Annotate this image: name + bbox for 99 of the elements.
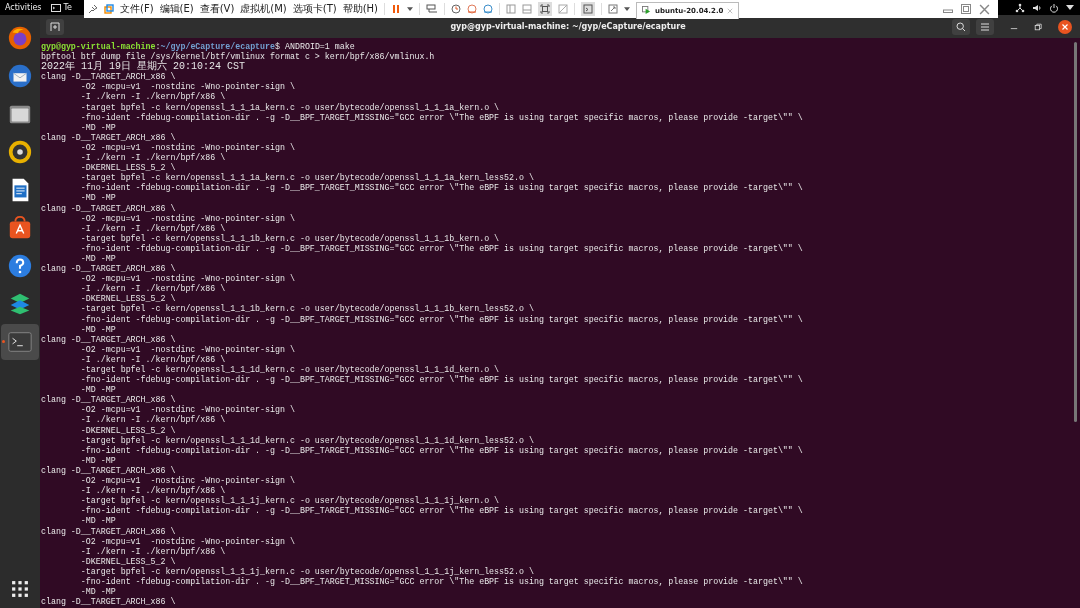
output-line: clang -D__TARGET_ARCH_x86 \: [41, 597, 177, 608]
shopping-bag-icon: [7, 215, 33, 241]
output-line: -I ./kern -I ./kern/bpf/x86 \: [79, 153, 227, 163]
output-line: -O2 -mcpu=v1 -nostdinc -Wno-pointer-sign \: [79, 344, 296, 355]
output-line: -target bpfel -c kern/openssl_1_1_1a_kern.c -o user/bytecode/openssl_1_1_1a_kern_less52.o \: [79, 173, 535, 183]
vm-icon: [642, 6, 652, 15]
output-line: clang -D__TARGET_ARCH_x86 \: [41, 395, 177, 405]
output-line: -fno-ident -fdebug-compilation-dir . -g -D__BPF_TARGET_MISSING="GCC error \"The eBPF is using target specific macros, please provide -target\"" \: [79, 445, 804, 456]
fullscreen-icon[interactable]: [538, 2, 553, 16]
output-line: -fno-ident -fdebug-compilation-dir . -g -D__BPF_TARGET_MISSING="GCC error \"The eBPF is using target specific macros, please provide -target\"" \: [79, 375, 804, 386]
envelope-icon: [7, 63, 33, 89]
terminal-icon: [50, 3, 61, 12]
command-text: $ ANDROID=1 make: [275, 42, 355, 51]
new-tab-button[interactable]: [46, 18, 64, 35]
speaker-icon: [7, 139, 33, 165]
output-line: -fno-ident -fdebug-compilation-dir . -g -D__BPF_TARGET_MISSING="GCC error \"The eBPF is using target specific macros, please provide -target\"" \: [79, 576, 804, 588]
output-line: -O2 -mcpu=v1 -nostdinc -Wno-pointer-sign \: [79, 142, 296, 153]
output-line: -target bpfel -c kern/openssl_1_1_1d_kern.c -o user/bytecode/openssl_1_1_1d_kern_less52.o \: [79, 435, 535, 446]
output-line: -O2 -mcpu=v1 -nostdinc -Wno-pointer-sign \: [79, 405, 296, 416]
output-line: -fno-ident -fdebug-compilation-dir . -g -D__BPF_TARGET_MISSING="GCC error \"The eBPF is using target specific macros, please provide -target\"" \: [79, 112, 804, 123]
app-grid-icon[interactable]: [11, 580, 29, 598]
menu-item[interactable]: 帮助(H): [342, 2, 379, 16]
output-line: -O2 -mcpu=v1 -nostdinc -Wno-pointer-sign \: [79, 82, 296, 93]
window-title: gyp@gyp-virtual-machine: ~/gyp/eCapture/ecapture: [449, 22, 687, 31]
help-icon: [7, 253, 33, 279]
output-line: 2022年 11月 19日 星期六 20:10:24 CST: [41, 62, 246, 73]
menu-icon: [980, 21, 990, 32]
output-line: -I ./kern -I ./kern/bpf/x86 \: [79, 415, 226, 426]
volume-icon[interactable]: [1032, 2, 1042, 13]
new-tab-icon: [50, 21, 60, 32]
output-line: clang -D__TARGET_ARCH_x86 \: [41, 72, 177, 82]
output-line: -DKERNEL_LESS_5_2 \: [79, 294, 177, 304]
output-line: -fno-ident -fdebug-compilation-dir . -g -D__BPF_TARGET_MISSING="GCC error \"The eBPF is using target specific macros, please provide -target\"" \: [79, 314, 804, 325]
resize-icon[interactable]: [608, 4, 619, 14]
output-line: -I ./kern -I ./kern/bpf/x86 \: [79, 92, 226, 103]
output-line: clang -D__TARGET_ARCH_x86 \: [41, 132, 177, 143]
output-line: -MD -MP: [79, 122, 117, 133]
output-line: -MD -MP: [79, 516, 117, 527]
output-line: -DKERNEL_LESS_5_2 \: [79, 556, 177, 567]
menu-item[interactable]: 编辑(E): [159, 2, 194, 16]
scrollbar[interactable]: [1074, 42, 1077, 422]
output-line: clang -D__TARGET_ARCH_x86 \: [41, 334, 177, 345]
output-line: -MD -MP: [79, 587, 117, 598]
output-line: -O2 -mcpu=v1 -nostdinc -Wno-pointer-sign \: [79, 536, 296, 547]
power-icon[interactable]: [1049, 2, 1059, 13]
output-line: bpftool btf dump file /sys/kernel/btf/vmlinux format c > kern/bpf/x86/vmlinux.h: [41, 52, 436, 62]
prompt-separator: :: [155, 42, 161, 51]
running-indicator: [2, 340, 5, 343]
pause-icon[interactable]: [391, 4, 402, 14]
output-line: clang -D__TARGET_ARCH_x86 \: [41, 264, 177, 274]
prompt-user: gyp@gyp-virtual-machine: [41, 42, 156, 51]
console-icon[interactable]: [581, 2, 596, 16]
activities-button[interactable]: Activities: [5, 3, 42, 12]
output-line: -target bpfel -c kern/openssl_1_1_1j_kern.c -o user/bytecode/openssl_1_1_1j_kern_less52.o \: [79, 566, 535, 577]
search-icon: [956, 21, 966, 32]
output-line: -O2 -mcpu=v1 -nostdinc -Wno-pointer-sign \: [79, 274, 296, 284]
output-line: -O2 -mcpu=v1 -nostdinc -Wno-pointer-sign \: [79, 213, 296, 224]
terminal-icon: [7, 329, 33, 355]
output-line: clang -D__TARGET_ARCH_x86 \: [41, 203, 177, 214]
firefox-icon: [7, 25, 33, 51]
menu-item[interactable]: 查看(V): [199, 2, 235, 16]
output-line: -target bpfel -c kern/openssl_1_1_1a_kern.c -o user/bytecode/openssl_1_1_1a_kern.o \: [79, 102, 501, 113]
close-icon[interactable]: [1058, 19, 1072, 34]
output-line: -fno-ident -fdebug-compilation-dir . -g -D__BPF_TARGET_MISSING="GCC error \"The eBPF is using target specific macros, please provide -target\"" \: [79, 183, 804, 194]
menu-item[interactable]: 选项卡(T): [292, 2, 337, 16]
menu-item[interactable]: 虚拟机(M): [240, 2, 287, 16]
caret-icon[interactable]: [624, 7, 631, 11]
output-line: -I ./kern -I ./kern/bpf/x86 \: [79, 223, 227, 234]
output-line: -DKERNEL_LESS_5_2 \: [79, 425, 177, 436]
restore-icon[interactable]: [1034, 22, 1042, 31]
output-line: -I ./kern -I ./kern/bpf/x86 \: [79, 546, 227, 557]
output-line: -MD -MP: [79, 193, 117, 204]
output-line: clang -D__TARGET_ARCH_x86 \: [41, 465, 177, 476]
output-line: -MD -MP: [79, 385, 117, 396]
output-line: -O2 -mcpu=v1 -nostdinc -Wno-pointer-sign \: [79, 476, 296, 486]
output-line: -target bpfel -c kern/openssl_1_1_1j_kern.c -o user/bytecode/openssl_1_1_1j_kern.o \: [79, 496, 501, 506]
menu-item[interactable]: 文件(F): [120, 2, 154, 16]
caret-icon[interactable]: [1066, 5, 1074, 10]
output-line: -I ./kern -I ./kern/bpf/x86 \: [79, 486, 227, 496]
windows-icon[interactable]: [104, 4, 114, 14]
network-icon[interactable]: [1015, 2, 1025, 13]
output-line: -MD -MP: [79, 253, 117, 265]
output-line: -I ./kern -I ./kern/bpf/x86 \: [79, 284, 227, 294]
app-menu-label: Te: [63, 3, 72, 12]
output-line: -DKERNEL_LESS_5_2 \: [79, 163, 177, 173]
output-line: -target bpfel -c kern/openssl_1_1_1b_kern.c -o user/bytecode/openssl_1_1_1b_kern.o \: [79, 233, 501, 244]
menu-button[interactable]: [976, 18, 994, 35]
output-line: -MD -MP: [79, 455, 117, 466]
app-menu[interactable]: Te: [50, 3, 72, 12]
search-button[interactable]: [952, 18, 970, 35]
output-line: -target bpfel -c kern/openssl_1_1_1d_kern.c -o user/bytecode/openssl_1_1_1d_kern.o \: [79, 365, 501, 375]
output-line: clang -D__TARGET_ARCH_x86 \: [41, 526, 177, 537]
caret-icon[interactable]: [407, 7, 414, 11]
output-line: -fno-ident -fdebug-compilation-dir . -g -D__BPF_TARGET_MISSING="GCC error \"The eBPF is using target specific macros, please provide -target\"" \: [79, 506, 804, 517]
output-line: -fno-ident -fdebug-compilation-dir . -g -D__BPF_TARGET_MISSING="GCC error \"The eBPF is using target specific macros, please provide -target\"" \: [79, 243, 804, 254]
output-line: -I ./kern -I ./kern/bpf/x86 \: [79, 354, 227, 365]
prompt-path: ~/gyp/eCapture/ecapture: [160, 42, 276, 51]
output-line: -target bpfel -c kern/openssl_1_1_1b_kern.c -o user/bytecode/openssl_1_1_1b_kern_less52.o \: [79, 304, 535, 315]
output-line: -MD -MP: [79, 324, 117, 335]
